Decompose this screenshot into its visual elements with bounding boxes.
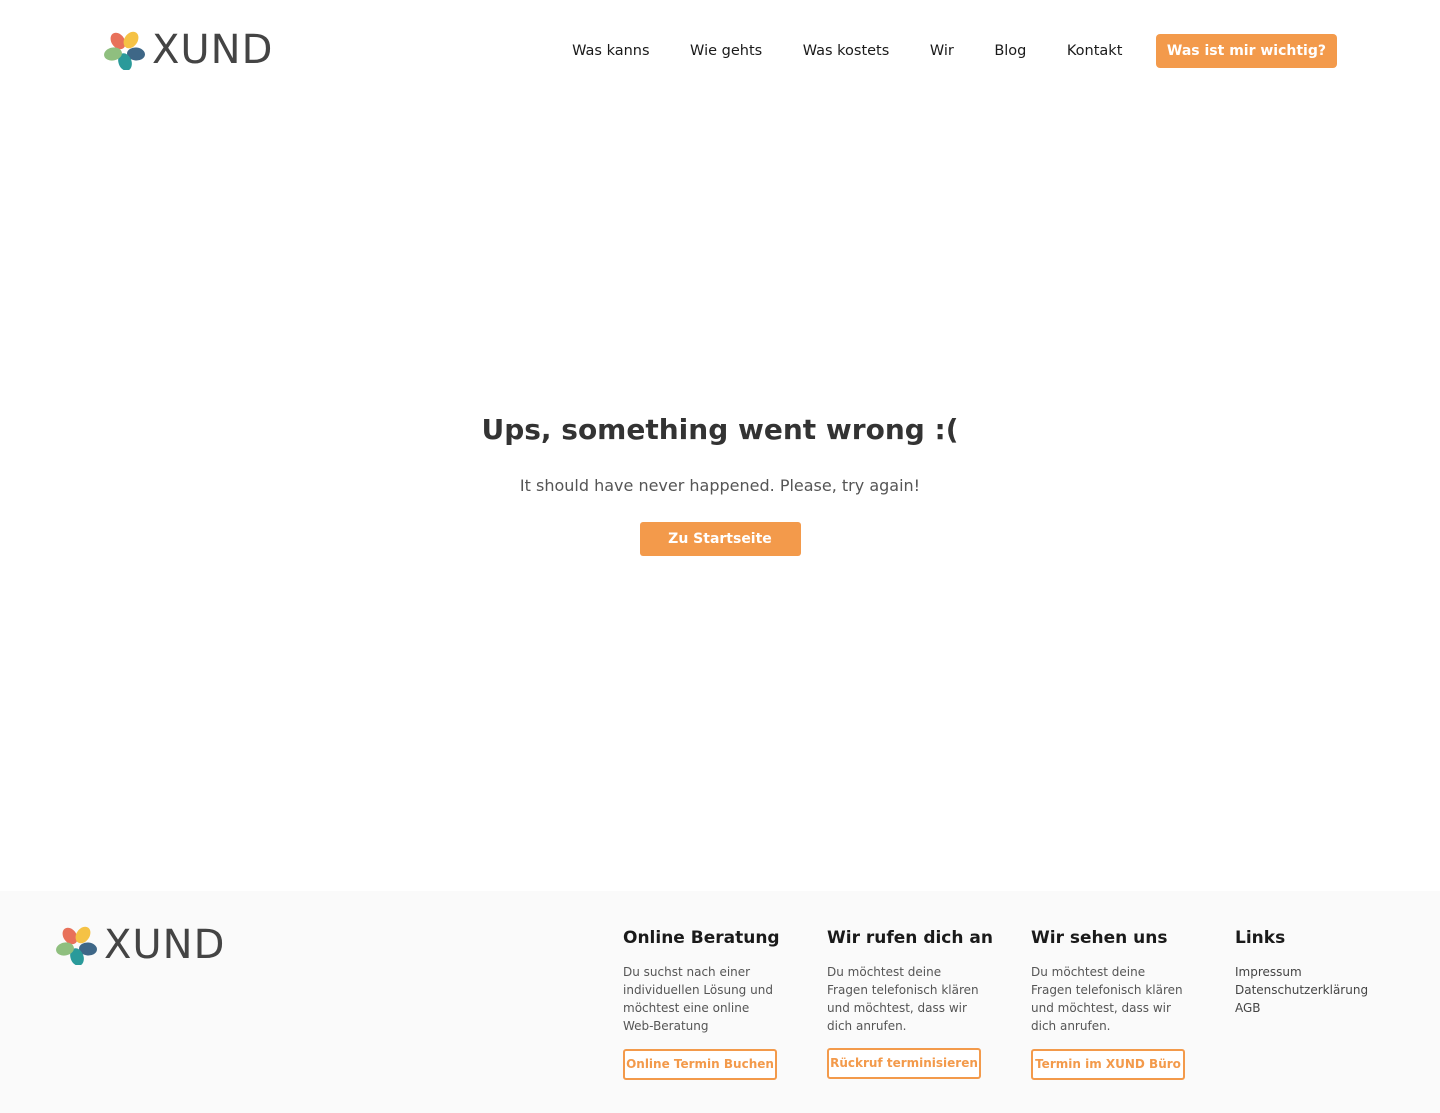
nav-item-was-kostets[interactable]: Was kostets: [803, 34, 890, 68]
footer-logo[interactable]: XUND: [56, 925, 225, 965]
nav-item-was-kanns[interactable]: Was kanns: [572, 34, 649, 68]
footer-link-agb[interactable]: AGB: [1235, 999, 1405, 1017]
footer-col-title: Links: [1235, 928, 1286, 948]
termin-buero-button[interactable]: Termin im XUND Büro: [1031, 1049, 1185, 1080]
nav-item-wie-gehts[interactable]: Wie gehts: [690, 34, 762, 68]
footer-col-title: Online Beratung: [623, 928, 780, 948]
footer-col-text: Du suchst nach einer individuellen Lösun…: [623, 965, 773, 1033]
footer-col-wir-rufen-dich-an: Wir rufen dich an Du möchtest deine Frag…: [827, 927, 997, 1035]
nav-cta-button[interactable]: Was ist mir wichtig?: [1155, 34, 1337, 68]
nav-item-wir[interactable]: Wir: [930, 34, 954, 68]
footer-links-list: Impressum Datenschutzerklärung AGB: [1235, 963, 1405, 1017]
logo-wordmark: XUND: [104, 922, 226, 968]
nav-item-blog[interactable]: Blog: [994, 34, 1026, 68]
site-header: XUND Was kanns Wie gehts Was kostets Wir…: [0, 0, 1440, 100]
main-nav: Was kanns Wie gehts Was kostets Wir Blog…: [572, 34, 1337, 68]
nav-item-kontakt[interactable]: Kontakt: [1067, 34, 1123, 68]
footer-link-impressum[interactable]: Impressum: [1235, 963, 1405, 981]
rueckruf-button[interactable]: Rückruf terminisieren: [827, 1048, 981, 1079]
error-message: It should have never happened. Please, t…: [519, 476, 921, 495]
error-title: Ups, something went wrong :(: [481, 413, 959, 446]
flower-logo-icon: [104, 31, 145, 70]
footer-col-title: Wir rufen dich an: [827, 928, 993, 948]
footer-col-links: Links Impressum Datenschutzerklärung AGB: [1235, 927, 1405, 1017]
error-section: Ups, something went wrong :( It should h…: [0, 410, 1440, 556]
site-footer: XUND Online Beratung Du suchst nach eine…: [0, 891, 1440, 1113]
footer-link-datenschutz[interactable]: Datenschutzerklärung: [1235, 981, 1405, 999]
footer-col-online-beratung: Online Beratung Du suchst nach einer ind…: [623, 927, 793, 1035]
header-logo[interactable]: XUND: [104, 30, 273, 70]
home-button[interactable]: Zu Startseite: [639, 522, 801, 556]
flower-logo-icon: [56, 926, 97, 965]
footer-col-text: Du möchtest deine Fragen telefonisch klä…: [827, 965, 979, 1033]
footer-col-wir-sehen-uns: Wir sehen uns Du möchtest deine Fragen t…: [1031, 927, 1201, 1035]
online-termin-button[interactable]: Online Termin Buchen: [623, 1049, 777, 1080]
footer-col-title: Wir sehen uns: [1031, 928, 1168, 948]
logo-wordmark: XUND: [152, 27, 274, 73]
footer-col-text: Du möchtest deine Fragen telefonisch klä…: [1031, 965, 1183, 1033]
